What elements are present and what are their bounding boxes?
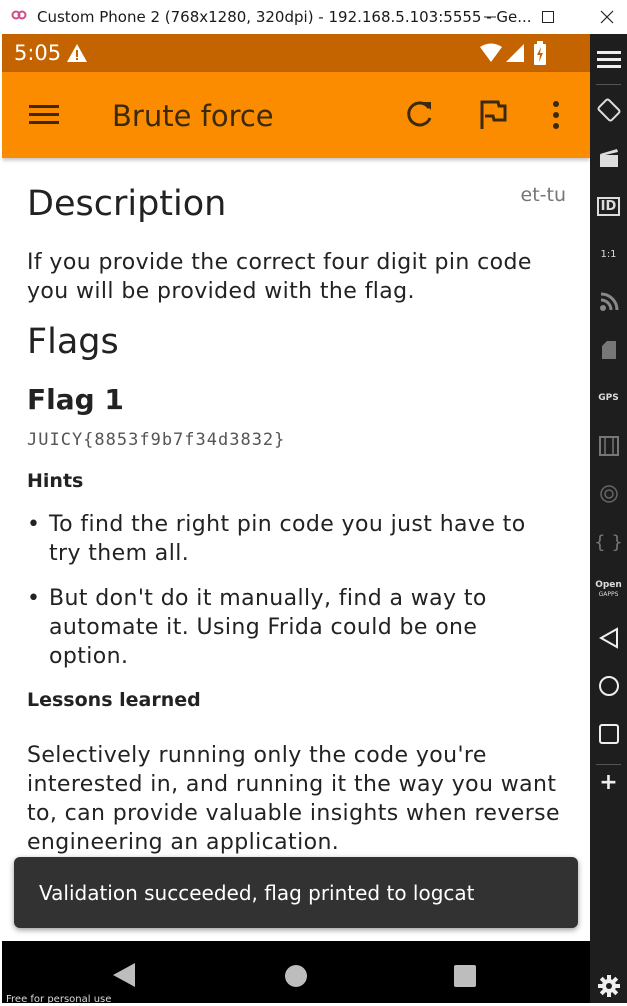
settings-button[interactable] bbox=[590, 966, 627, 1006]
film-icon bbox=[598, 436, 619, 456]
minimize-icon bbox=[484, 16, 496, 18]
lessons-heading: Lessons learned bbox=[27, 689, 201, 711]
gapps-label-2: GAPPS bbox=[598, 591, 619, 598]
battery-icon bbox=[534, 41, 546, 65]
flag-button[interactable] bbox=[476, 98, 510, 132]
back-button[interactable] bbox=[112, 962, 136, 988]
flags-heading: Flags bbox=[27, 322, 119, 362]
window-titlebar: Custom Phone 2 (768x1280, 320dpi) - 192.… bbox=[0, 0, 627, 34]
braces-button[interactable]: { } bbox=[590, 522, 627, 562]
home-button[interactable] bbox=[284, 964, 308, 988]
refresh-icon bbox=[407, 101, 432, 127]
film-button[interactable] bbox=[590, 426, 627, 466]
bullet-icon: • bbox=[27, 586, 41, 611]
close-icon bbox=[600, 10, 614, 24]
open-gapps-button[interactable]: Open GAPPS bbox=[590, 570, 627, 610]
bullet-icon: • bbox=[27, 512, 41, 537]
rss-button[interactable] bbox=[590, 282, 627, 322]
author-label: et-tu bbox=[520, 184, 567, 206]
refresh-button[interactable] bbox=[402, 98, 436, 132]
hint-item: • To find the right pin code you just ha… bbox=[27, 510, 557, 570]
signal-icon bbox=[506, 44, 524, 62]
toast: Validation succeeded, flag printed to lo… bbox=[14, 857, 578, 928]
hints-heading: Hints bbox=[27, 470, 84, 492]
sidebar-back-button[interactable] bbox=[590, 618, 627, 658]
minimize-button[interactable] bbox=[467, 0, 513, 34]
warning-icon bbox=[67, 44, 87, 62]
recents-button[interactable] bbox=[453, 964, 477, 988]
braces-label: { } bbox=[594, 531, 623, 553]
back-icon bbox=[598, 627, 618, 649]
hint-text: To find the right pin code you just have… bbox=[49, 512, 526, 566]
sidebar-recents-button[interactable] bbox=[590, 714, 627, 754]
more-options-button[interactable] bbox=[539, 98, 573, 132]
toolbar-separator bbox=[596, 84, 621, 85]
aspect-ratio-button[interactable]: 1:1 bbox=[590, 234, 627, 274]
recents-icon bbox=[598, 724, 619, 744]
screenrecord-button[interactable] bbox=[590, 138, 627, 178]
rotate-icon bbox=[597, 98, 620, 122]
menu-button[interactable] bbox=[26, 100, 62, 130]
sim-icon bbox=[601, 341, 616, 359]
phone-screen: 5:05 Brute force Description et-tu If yo… bbox=[2, 34, 590, 1003]
more-vert-icon bbox=[553, 101, 559, 129]
home-icon bbox=[285, 965, 307, 987]
recents-icon bbox=[454, 965, 476, 987]
lessons-text: Selectively running only the code you're… bbox=[27, 743, 560, 855]
ratio-label: 1:1 bbox=[600, 248, 617, 260]
rotate-button[interactable] bbox=[590, 90, 627, 130]
gapps-label-1: Open bbox=[595, 580, 622, 590]
status-bar: 5:05 bbox=[2, 34, 590, 72]
wifi-icon bbox=[480, 43, 502, 62]
home-icon bbox=[598, 676, 619, 696]
watermark: Free for personal use bbox=[6, 994, 112, 1005]
add-button[interactable]: + bbox=[590, 762, 627, 802]
toast-message: Validation succeeded, flag printed to lo… bbox=[39, 881, 475, 905]
flag1-heading: Flag 1 bbox=[27, 383, 124, 416]
gps-button[interactable]: GPS bbox=[590, 378, 627, 418]
sim-button[interactable] bbox=[590, 330, 627, 370]
id-label: ID bbox=[596, 196, 621, 216]
hint-item: • But don't do it manually, find a way t… bbox=[27, 584, 557, 674]
gps-label: GPS bbox=[598, 393, 619, 403]
app-bar: Brute force bbox=[2, 72, 590, 158]
fingerprint-button[interactable] bbox=[590, 474, 627, 514]
close-button[interactable] bbox=[584, 0, 627, 34]
sidebar-home-button[interactable] bbox=[590, 666, 627, 706]
plus-label: + bbox=[599, 769, 618, 795]
hint-text: But don't do it manually, find a way to … bbox=[49, 586, 487, 669]
window-title: Custom Phone 2 (768x1280, 320dpi) - 192.… bbox=[37, 8, 532, 26]
id-button[interactable]: ID bbox=[590, 186, 627, 226]
hamburger-icon bbox=[596, 51, 621, 68]
video-icon bbox=[599, 149, 618, 167]
description-text: If you provide the correct four digit pi… bbox=[27, 250, 532, 304]
emulator-logo-icon bbox=[11, 10, 27, 20]
flag1-value: JUICY{8853f9b7f34d3832} bbox=[27, 430, 286, 450]
fingerprint-icon bbox=[599, 485, 618, 503]
description-heading: Description bbox=[27, 184, 227, 224]
emulator-toolbar: ID 1:1 GPS { } Open GAPPS + bbox=[590, 34, 627, 1003]
rss-icon bbox=[599, 292, 618, 311]
flag-icon bbox=[480, 100, 507, 129]
maximize-icon bbox=[542, 11, 554, 23]
settings-icon bbox=[597, 975, 620, 997]
status-time: 5:05 bbox=[14, 41, 62, 65]
toolbar-menu-button[interactable] bbox=[590, 40, 627, 80]
app-title: Brute force bbox=[112, 99, 274, 133]
back-icon bbox=[113, 963, 135, 987]
maximize-button[interactable] bbox=[525, 0, 571, 34]
